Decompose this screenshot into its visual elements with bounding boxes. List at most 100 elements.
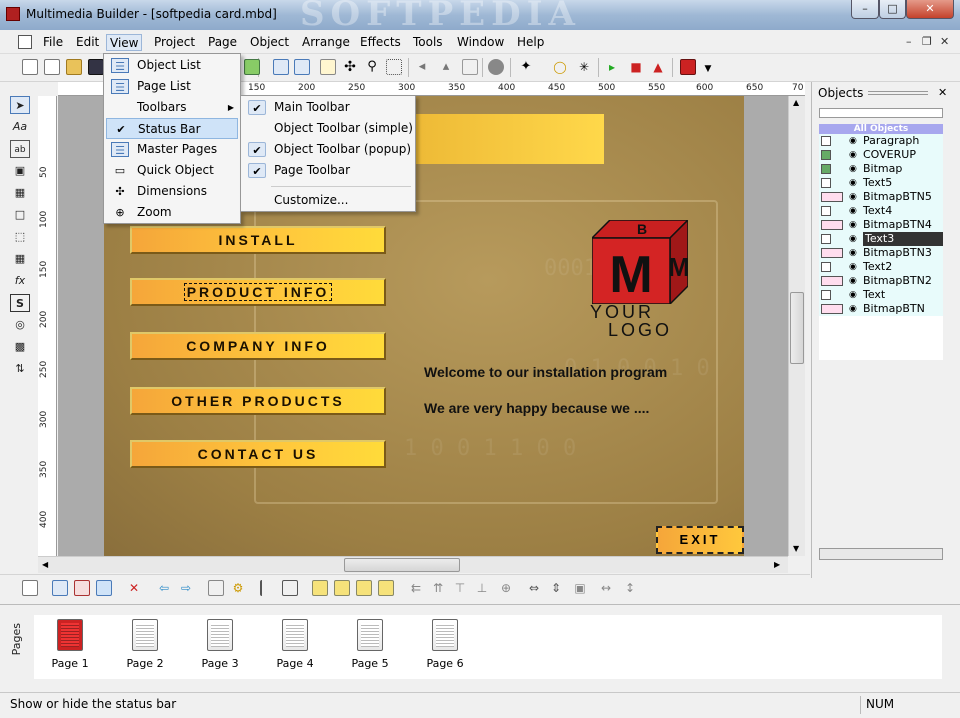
object-list-item[interactable]: ◉ COVERUP [819, 148, 943, 162]
object-list-item[interactable]: ◉ Bitmap [819, 162, 943, 176]
visibility-eye-icon[interactable]: ◉ [849, 204, 857, 218]
dimensions-icon[interactable]: ✣ [342, 59, 358, 75]
previous-page-icon[interactable]: ⇦ [156, 580, 172, 596]
object-list-toggle-icon[interactable] [273, 59, 289, 75]
center-icon[interactable]: ⊕ [498, 580, 514, 596]
page-thumbnail[interactable]: Page 5 [340, 619, 400, 677]
horizontal-scroll-thumb[interactable] [344, 558, 460, 572]
btn-company-info[interactable]: COMPANY INFO [130, 332, 386, 360]
flip-horizontal-icon[interactable]: ◂ [414, 59, 430, 75]
menu-page[interactable]: Page [205, 34, 240, 51]
save-icon[interactable] [88, 59, 104, 75]
object-list-item[interactable]: ◉ Text2 [819, 260, 943, 274]
selection-box-icon[interactable]: ⬚ [10, 228, 30, 246]
btn-product-info[interactable]: PRODUCT INFO [130, 278, 386, 306]
zoom-icon[interactable]: ⚲ [364, 59, 380, 75]
pages-panel-tab[interactable]: Pages [10, 623, 23, 655]
object-list-item[interactable]: ◉ BitmapBTN3 [819, 246, 943, 260]
view-menu-item[interactable]: Toolbars ▶ [106, 97, 238, 118]
same-size-icon[interactable]: ▣ [572, 580, 588, 596]
sparkle-icon[interactable]: ✳ [576, 59, 592, 75]
align-center-icon[interactable] [282, 580, 298, 596]
distribute-h-icon[interactable]: ⇇ [408, 580, 424, 596]
objects-panel-scrollbar[interactable] [819, 548, 943, 560]
page-script-icon[interactable]: ⚙ [230, 580, 246, 596]
app-icon[interactable] [6, 7, 20, 21]
run-icon[interactable]: ▸ [604, 59, 620, 75]
visibility-eye-icon[interactable]: ◉ [849, 190, 857, 204]
visibility-eye-icon[interactable]: ◉ [849, 260, 857, 274]
toolbars-menu-item[interactable]: Object Toolbar (simple) [243, 118, 413, 139]
scroll-down-icon[interactable]: ▼ [793, 544, 799, 553]
script-tool-icon[interactable]: fx [10, 272, 30, 290]
button-tool-icon[interactable]: ▣ [10, 162, 30, 180]
toolbars-menu-item[interactable]: ✔ Main Toolbar [243, 97, 413, 118]
welcome-text-1[interactable]: Welcome to our installation program [424, 364, 667, 380]
welcome-text-2[interactable]: We are very happy because we .... [424, 400, 649, 416]
visibility-eye-icon[interactable]: ◉ [849, 134, 857, 148]
stop-run-icon[interactable]: ■ [628, 59, 644, 75]
visibility-eye-icon[interactable]: ◉ [849, 246, 857, 260]
page-thumbnail[interactable]: Page 2 [115, 619, 175, 677]
visibility-eye-icon[interactable]: ◉ [849, 232, 857, 246]
btn-install[interactable]: INSTALL [130, 226, 386, 254]
group-icon[interactable] [312, 580, 328, 596]
layer-red-icon[interactable] [74, 580, 90, 596]
object-list-item[interactable]: ◉ Text4 [819, 204, 943, 218]
space-h-icon[interactable]: ↔ [598, 580, 614, 596]
next-page-icon[interactable]: ⇨ [178, 580, 194, 596]
flip-vertical-icon[interactable]: ▴ [438, 59, 454, 75]
visibility-eye-icon[interactable]: ◉ [849, 288, 857, 302]
toolbars-menu-item[interactable]: ✔ Object Toolbar (popup) [243, 139, 413, 160]
bring-front-icon[interactable] [356, 580, 372, 596]
balloon-icon[interactable]: ◯ [552, 59, 568, 75]
menu-edit[interactable]: Edit [73, 34, 102, 51]
object-list-item[interactable]: ◉ Text [819, 288, 943, 302]
object-list-item[interactable]: ◉ BitmapBTN2 [819, 274, 943, 288]
menu-tools[interactable]: Tools [410, 34, 446, 51]
rectangle-tool-icon[interactable]: □ [10, 206, 30, 224]
globe-tool-icon[interactable]: ◎ [10, 316, 30, 334]
align-top-icon[interactable]: ⊤ [452, 580, 468, 596]
page-thumbnail[interactable]: Page 1 [40, 619, 100, 677]
page-thumbnail[interactable]: Page 4 [265, 619, 325, 677]
document-icon[interactable] [18, 35, 32, 49]
object-list-item[interactable]: ◉ BitmapBTN4 [819, 218, 943, 232]
objects-list-header[interactable]: All Objects [819, 124, 943, 134]
minimize-button[interactable]: – [851, 0, 879, 19]
visibility-eye-icon[interactable]: ◉ [849, 162, 857, 176]
object-list-item[interactable]: ◉ BitmapBTN [819, 302, 943, 316]
btn-contact-us[interactable]: CONTACT US [130, 440, 386, 468]
menu-file[interactable]: File [40, 34, 66, 51]
layer-icon[interactable] [52, 580, 68, 596]
object-list-item[interactable]: ◉ Text3 [819, 232, 943, 246]
bitmap-button-icon[interactable]: ▦ [10, 184, 30, 202]
toolbars-menu-item[interactable]: ✔ Page Toolbar [243, 160, 413, 181]
view-menu-item[interactable]: ⊕ Zoom [106, 202, 238, 223]
view-menu-item[interactable]: ▭ Quick Object [106, 160, 238, 181]
menu-help[interactable]: Help [514, 34, 547, 51]
visibility-eye-icon[interactable]: ◉ [849, 148, 857, 162]
scroll-left-icon[interactable]: ◀ [42, 560, 48, 569]
align-bottom-icon[interactable]: ⊥ [474, 580, 490, 596]
page-properties-icon[interactable] [208, 580, 224, 596]
visibility-eye-icon[interactable]: ◉ [849, 274, 857, 288]
toolbars-menu-item[interactable]: Customize... [243, 190, 413, 211]
view-menu-item[interactable]: ☰ Object List [106, 55, 238, 76]
visibility-eye-icon[interactable]: ◉ [849, 302, 857, 316]
align-left-icon[interactable] [260, 580, 276, 596]
visibility-eye-icon[interactable]: ◉ [849, 176, 857, 190]
scroll-up-icon[interactable]: ▲ [793, 98, 799, 107]
object-list-item[interactable]: ◉ BitmapBTN5 [819, 190, 943, 204]
object-list-item[interactable]: ◉ Paragraph [819, 134, 943, 148]
master-page-icon[interactable] [96, 580, 112, 596]
toolbar-dropdown-icon[interactable]: ▼ [700, 59, 716, 75]
objects-filter-box[interactable] [819, 108, 943, 118]
menu-project[interactable]: Project [151, 34, 198, 51]
mdi-minimize-icon[interactable]: – [906, 35, 912, 48]
mdi-restore-icon[interactable]: ❐ [922, 35, 932, 48]
project-cube-icon[interactable] [680, 59, 696, 75]
menu-view[interactable]: View [106, 34, 143, 51]
distribute-v-icon[interactable]: ⇈ [430, 580, 446, 596]
delete-icon[interactable]: ✕ [126, 580, 142, 596]
